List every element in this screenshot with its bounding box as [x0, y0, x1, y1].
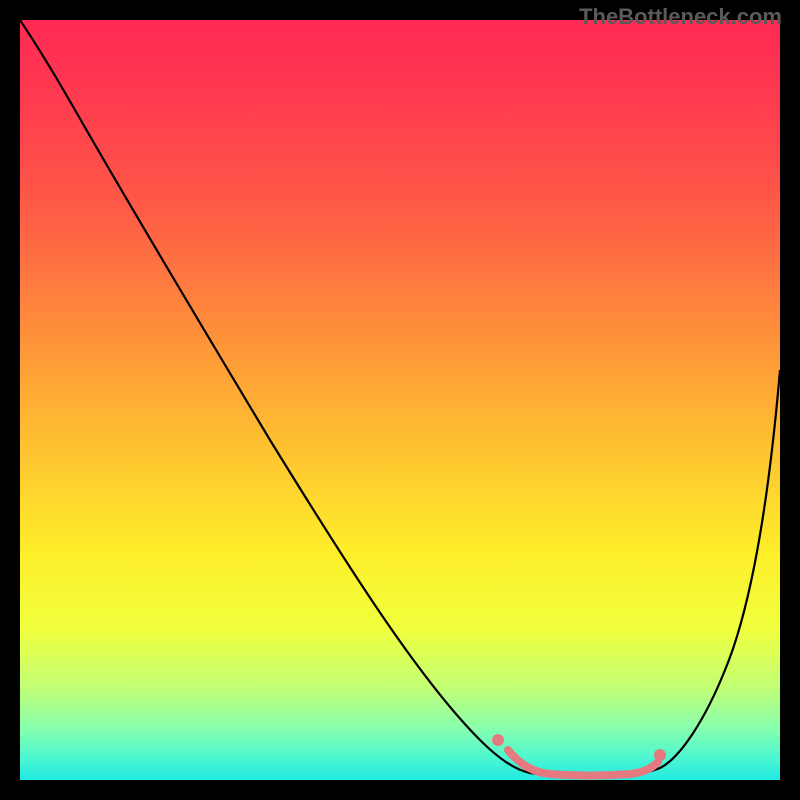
highlight-dot-right: [654, 749, 666, 761]
watermark-text: TheBottleneck.com: [579, 4, 782, 30]
highlight-dot-left: [492, 734, 504, 746]
chart-plot-area: [20, 20, 780, 780]
highlight-bottom-segment: [508, 750, 658, 776]
chart-overlay: [20, 20, 780, 780]
chart-curve-line: [20, 20, 780, 776]
